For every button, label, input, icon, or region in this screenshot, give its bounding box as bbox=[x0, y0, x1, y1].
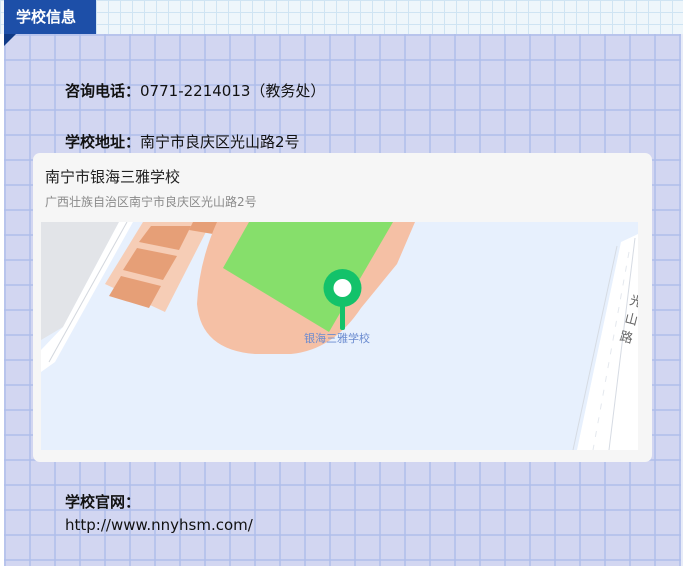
address-label: 学校地址： bbox=[65, 133, 141, 151]
map-marker-label: 银海三雅学校 bbox=[304, 331, 370, 345]
website-label: 学校官网： bbox=[65, 493, 141, 511]
map-drawing: 光 山 路 银海三雅学校 bbox=[41, 222, 638, 450]
phone-value[interactable]: 0771-2214013（教务处） bbox=[140, 82, 325, 100]
website-url[interactable]: http://www.nnyhsm.com/ bbox=[65, 516, 253, 534]
map-road-label-2: 山 bbox=[623, 311, 638, 329]
phone-row: 咨询电话：0771-2214013（教务处） bbox=[65, 80, 325, 101]
section-title: 学校信息 bbox=[4, 0, 96, 34]
top-grid-strip bbox=[0, 0, 683, 34]
address-row: 学校地址：南宁市良庆区光山路2号 bbox=[65, 131, 300, 152]
address-value: 南宁市良庆区光山路2号 bbox=[140, 133, 300, 151]
phone-label: 咨询电话： bbox=[65, 82, 141, 100]
title-tab-fold bbox=[4, 34, 16, 46]
map-view[interactable]: 光 山 路 银海三雅学校 bbox=[41, 222, 638, 450]
website-row: 学校官网： bbox=[65, 491, 140, 512]
map-card[interactable]: 南宁市银海三雅学校 广西壮族自治区南宁市良庆区光山路2号 光 山 路 银海三雅学… bbox=[33, 153, 652, 462]
map-place-name: 南宁市银海三雅学校 bbox=[45, 168, 181, 186]
map-place-address: 广西壮族自治区南宁市良庆区光山路2号 bbox=[45, 195, 257, 209]
